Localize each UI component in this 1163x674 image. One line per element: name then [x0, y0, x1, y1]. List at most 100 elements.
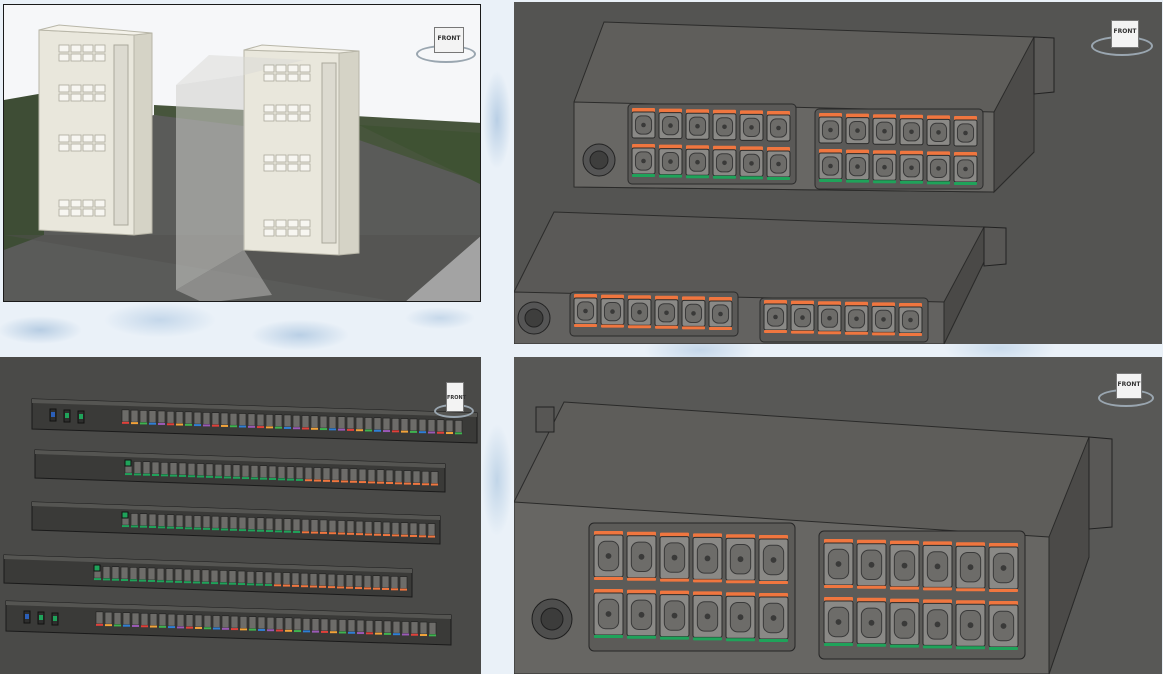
strip-outlet-tab: [186, 626, 193, 629]
strip-outlet-tab: [141, 625, 148, 628]
cabinets-view[interactable]: FRONT: [3, 4, 481, 302]
outlet-bottom-latch: [632, 174, 655, 177]
cabinet-unit-slot: [82, 44, 94, 53]
strip-outlet: [229, 412, 238, 426]
strip-outlet: [220, 412, 229, 426]
strip-outlet-tab: [446, 432, 453, 435]
viewcube-front-face[interactable]: FRONT: [446, 382, 466, 412]
cabinet-unit-slot: [287, 154, 299, 163]
pdu-pair-view[interactable]: FRONT: [514, 2, 1162, 344]
outlet-bottom-latch: [686, 175, 709, 179]
outlet-bottom-latch: [956, 646, 985, 650]
outlet-bottom-latch: [713, 175, 736, 179]
strip-outlet: [277, 465, 286, 479]
cabinet-unit-slot: [287, 113, 299, 122]
strip-outlet: [376, 469, 385, 482]
outlet-pin: [749, 161, 754, 166]
power-outlet: [600, 294, 625, 328]
power-outlet: [758, 535, 789, 584]
strip-outlet-tab: [166, 580, 173, 583]
strip-breaker-led: [25, 614, 29, 619]
strip-outlet: [193, 515, 202, 528]
pdu-strips-view[interactable]: FRONT: [0, 357, 481, 674]
strip-outlet: [394, 469, 403, 483]
strip-outlet-tab: [392, 534, 399, 537]
outlet-bottom-latch: [660, 578, 689, 582]
strip-outlet-tab: [212, 528, 219, 531]
power-outlet: [856, 597, 887, 647]
outlet-pin: [737, 556, 744, 563]
outlet-bottom-latch: [890, 644, 919, 648]
strip-outlet-tab: [230, 528, 237, 531]
strip-outlet-tab: [269, 477, 276, 480]
pdu-strips: [3, 398, 478, 646]
strip-outlet: [409, 522, 418, 536]
strip-breaker-led: [79, 414, 83, 419]
strip-outlet: [104, 611, 113, 625]
strip-outlet: [148, 513, 157, 527]
strip-outlet: [363, 575, 372, 588]
strip-outlet-tab: [428, 431, 435, 434]
outlet-pin: [583, 308, 588, 314]
outlet-latch: [713, 109, 736, 114]
viewcube-front-face[interactable]: FRONT: [1116, 373, 1142, 399]
strip-outlet-tab: [302, 531, 309, 534]
outlet-pin: [908, 317, 913, 323]
cabinet-unit-slot: [287, 64, 299, 73]
power-outlet: [758, 593, 789, 642]
strip-outlet: [295, 466, 304, 480]
strip-outlet-tab: [131, 422, 138, 425]
strip-outlet: [390, 575, 399, 589]
power-outlet: [922, 599, 953, 649]
strip-outlet-tab: [184, 581, 191, 584]
outlet-pin: [934, 621, 941, 628]
power-outlet: [725, 592, 756, 642]
strip-outlet: [385, 469, 394, 483]
outlet-latch: [857, 597, 886, 602]
outlet-bottom-latch: [900, 180, 923, 184]
outlet-latch: [954, 116, 977, 120]
cabinet-unit-slot: [58, 134, 70, 143]
power-outlet: [845, 113, 870, 145]
strip-breaker-led: [39, 615, 43, 620]
outlet-pin: [749, 125, 754, 130]
outlet-latch: [824, 597, 853, 601]
outlet-pin: [828, 127, 833, 133]
viewcube-front-face[interactable]: FRONT: [1111, 20, 1139, 48]
strip-outlet: [265, 414, 274, 427]
pdu-closeup-view[interactable]: FRONT: [514, 357, 1162, 674]
outlet-pin: [605, 553, 612, 559]
strip-outlet-tab: [211, 582, 218, 585]
outlet-pin: [722, 124, 727, 130]
strip-outlet: [365, 620, 374, 633]
cabinet-unit-slot: [287, 73, 299, 82]
strip-outlet: [176, 614, 185, 627]
strip-outlet-tab: [301, 585, 308, 588]
strip-outlet-tab: [311, 427, 318, 430]
strip-outlet: [183, 568, 192, 582]
strip-outlet-tab: [401, 534, 408, 537]
outlet-bottom-latch: [764, 330, 787, 333]
strip-outlet-tab: [338, 428, 345, 431]
strip-outlet: [322, 467, 331, 481]
power-outlet: [626, 531, 657, 581]
strip-outlet: [373, 417, 382, 431]
outlet-latch: [660, 532, 689, 537]
strip-outlet: [131, 612, 140, 626]
outlet-latch: [574, 294, 597, 298]
power-outlet: [685, 145, 710, 179]
power-outlet: [593, 589, 624, 638]
viewcube-front-face[interactable]: FRONT: [434, 27, 464, 53]
outlet-pin: [901, 620, 908, 627]
outlet-bottom-latch: [628, 325, 651, 329]
strip-outlet-tab: [365, 429, 372, 432]
cabinet-unit-slot: [82, 84, 94, 93]
cabinet-unit-slot: [58, 84, 70, 93]
strip-outlet: [337, 416, 346, 429]
strip-outlet: [187, 462, 196, 476]
strip-outlet: [313, 467, 322, 480]
outlet-latch: [713, 145, 736, 150]
strip-outlet: [214, 463, 223, 477]
power-outlet: [763, 300, 788, 333]
strip-outlet: [304, 466, 313, 480]
